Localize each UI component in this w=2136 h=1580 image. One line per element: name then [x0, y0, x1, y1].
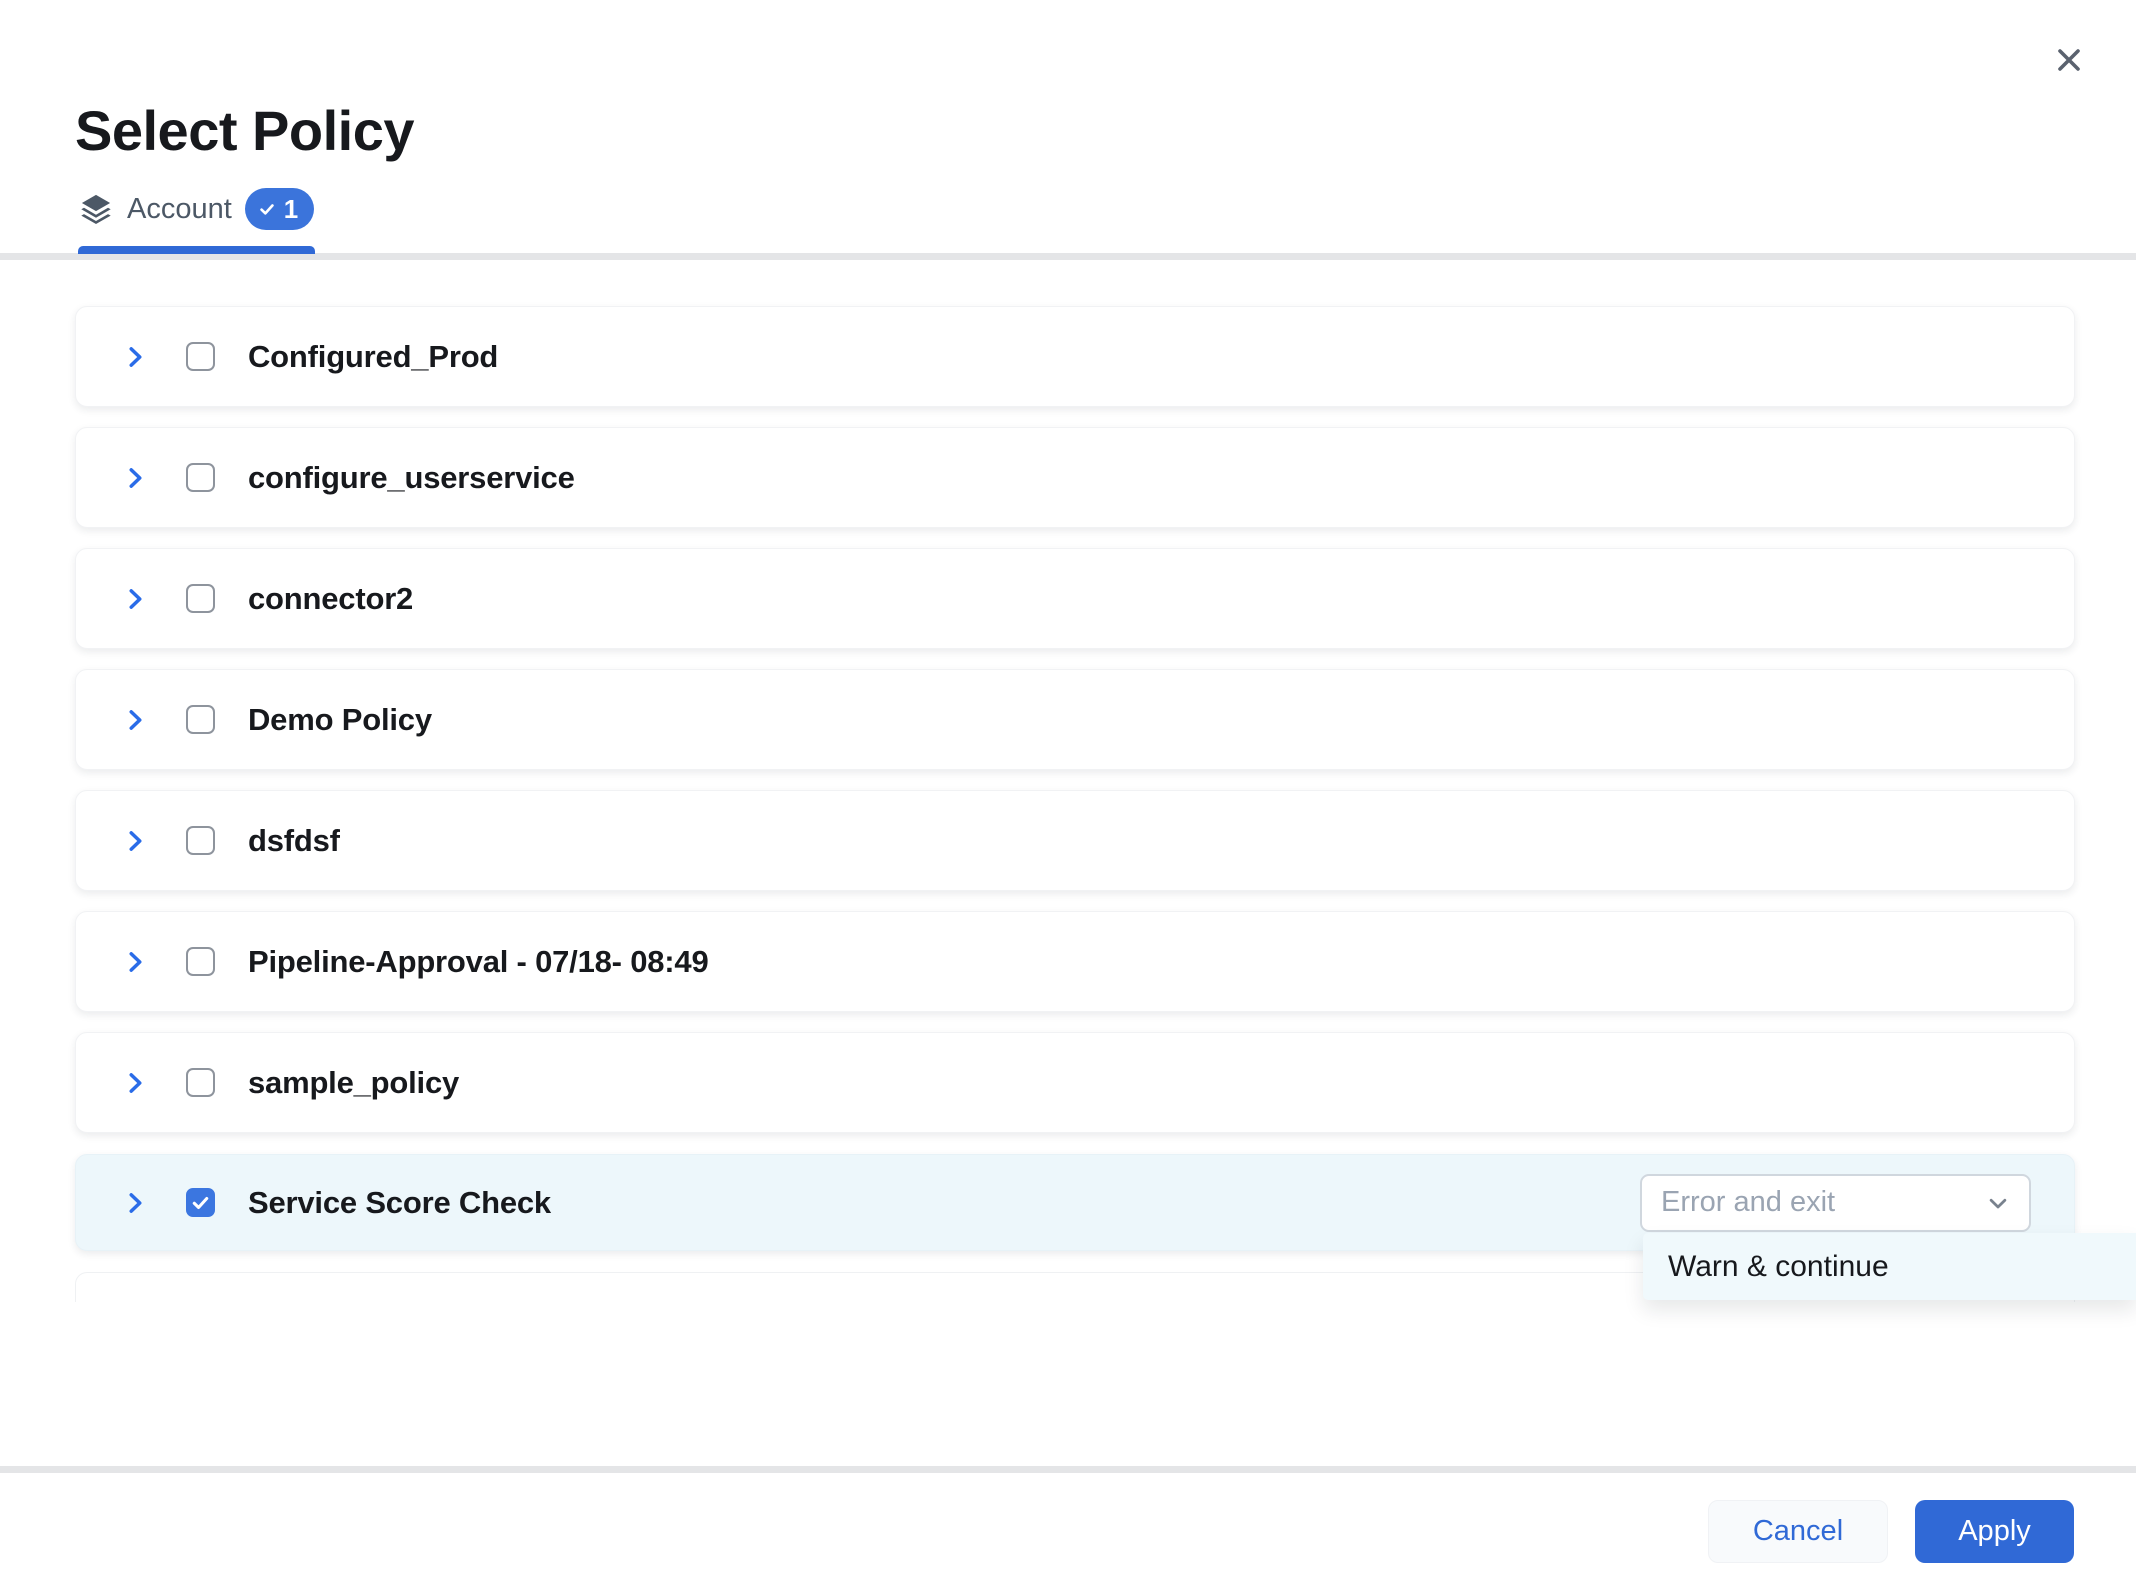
apply-button[interactable]: Apply: [1915, 1500, 2074, 1563]
policy-row[interactable]: Pipeline-Approval - 07/18- 08:49: [75, 911, 2075, 1012]
policy-row[interactable]: Configured_Prod: [75, 306, 2075, 407]
policy-row[interactable]: dsfdsf: [75, 790, 2075, 891]
policy-checkbox[interactable]: [186, 705, 215, 734]
policy-row[interactable]: sample_policy: [75, 1032, 2075, 1133]
policy-name: Configured_Prod: [248, 339, 498, 375]
footer-divider: [0, 1466, 2136, 1473]
expand-chevron-icon[interactable]: [120, 342, 150, 372]
policy-name: Pipeline-Approval - 07/18- 08:49: [248, 944, 709, 980]
policy-checkbox[interactable]: [186, 1068, 215, 1097]
policy-name: Demo Policy: [248, 702, 432, 738]
severity-dropdown-menu: Warn & continue: [1643, 1233, 2136, 1300]
expand-chevron-icon[interactable]: [120, 705, 150, 735]
policy-checkbox[interactable]: [186, 1188, 215, 1217]
policy-row[interactable]: Demo Policy: [75, 669, 2075, 770]
checkmark-icon: [189, 1191, 212, 1214]
policy-checkbox[interactable]: [186, 463, 215, 492]
policy-row[interactable]: connector2: [75, 548, 2075, 649]
policy-row[interactable]: configure_userservice: [75, 427, 2075, 528]
expand-chevron-icon[interactable]: [120, 1068, 150, 1098]
policy-name: connector2: [248, 581, 413, 617]
expand-chevron-icon[interactable]: [120, 826, 150, 856]
cancel-button[interactable]: Cancel: [1708, 1500, 1888, 1563]
policy-checkbox[interactable]: [186, 947, 215, 976]
policy-checkbox[interactable]: [186, 584, 215, 613]
severity-select[interactable]: Error and exit: [1640, 1174, 2031, 1232]
policy-checkbox[interactable]: [186, 826, 215, 855]
policy-list: Configured_Prod configure_userservice: [0, 0, 2136, 1580]
expand-chevron-icon[interactable]: [120, 1188, 150, 1218]
active-tab-indicator: [78, 246, 315, 254]
policy-checkbox[interactable]: [186, 342, 215, 371]
expand-chevron-icon[interactable]: [120, 947, 150, 977]
expand-chevron-icon[interactable]: [120, 584, 150, 614]
expand-chevron-icon[interactable]: [120, 463, 150, 493]
policy-name: dsfdsf: [248, 823, 340, 859]
policy-name: sample_policy: [248, 1065, 459, 1101]
policy-name: configure_userservice: [248, 460, 575, 496]
menu-item-warn-continue[interactable]: Warn & continue: [1643, 1233, 2136, 1300]
policy-name: Service Score Check: [248, 1185, 551, 1221]
chevron-down-icon: [1983, 1188, 2013, 1218]
severity-select-value: Error and exit: [1661, 1186, 1835, 1219]
